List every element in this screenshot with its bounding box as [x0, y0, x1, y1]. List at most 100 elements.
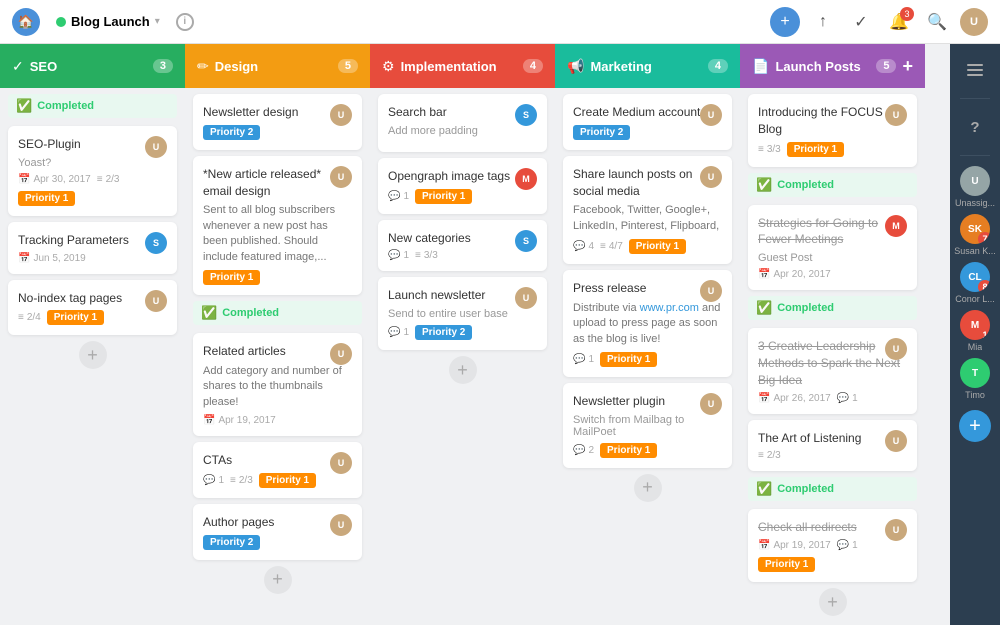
sidebar-user-timo[interactable]: T Timo: [960, 358, 990, 400]
card-introducing-focus[interactable]: U Introducing the FOCUS Blog ≡ 3/3 Prior…: [748, 94, 917, 167]
card-creative-leadership[interactable]: U 3 Creative Leadership Methods to Spark…: [748, 328, 917, 413]
sidebar-user-unassigned[interactable]: U Unassig...: [955, 166, 995, 208]
card-new-article-email[interactable]: U *New article released* email design Se…: [193, 156, 362, 295]
card-footer: 📅 Apr 19, 2017: [203, 415, 352, 426]
card-related-articles[interactable]: U Related articles Add category and numb…: [193, 333, 362, 436]
card-footer: 💬 1 Priority 1: [388, 189, 537, 204]
sidebar-user-conor[interactable]: CL 8 Conor L...: [955, 262, 995, 304]
add-member-button[interactable]: +: [959, 410, 991, 442]
priority-badge: Priority 1: [758, 557, 815, 572]
card-opengraph[interactable]: M Opengraph image tags 💬 1 Priority 1: [378, 158, 547, 214]
search-icon[interactable]: 🔍: [922, 7, 952, 37]
card-new-categories[interactable]: S New categories 💬 1 ≡ 3/3: [378, 220, 547, 272]
card-footer: Priority 2: [573, 125, 722, 140]
card-create-medium[interactable]: U Create Medium account Priority 2: [563, 94, 732, 150]
card-desc: Facebook, Twitter, Google+, LinkedIn, Pi…: [573, 203, 722, 234]
sidebar-label-mia: Mia: [968, 342, 983, 352]
info-icon[interactable]: i: [176, 13, 194, 31]
card-ctas[interactable]: U CTAs 💬 1 ≡ 2/3 Priority 1: [193, 442, 362, 498]
column-header-seo: ✓ SEO 3: [0, 44, 185, 88]
card-progress: ≡ 4/7: [600, 241, 623, 252]
card-avatar: U: [700, 104, 722, 126]
card-launch-newsletter[interactable]: U Launch newsletter Send to entire user …: [378, 277, 547, 350]
card-desc: Add category and number of shares to the…: [203, 364, 352, 410]
add-card-button-implementation[interactable]: +: [449, 356, 477, 384]
chevron-down-icon: ▾: [155, 16, 160, 27]
card-tracking-params[interactable]: S Tracking Parameters 📅 Jun 5, 2019: [8, 222, 177, 274]
card-avatar: S: [515, 230, 537, 252]
bell-icon[interactable]: 🔔 3: [884, 7, 914, 37]
card-footer: 📅 Jun 5, 2019: [18, 253, 167, 264]
card-avatar: U: [145, 290, 167, 312]
column-cards-launch: U Introducing the FOCUS Blog ≡ 3/3 Prior…: [740, 88, 925, 625]
add-button[interactable]: +: [770, 7, 800, 37]
card-share-launch[interactable]: U Share launch posts on social media Fac…: [563, 156, 732, 264]
card-avatar: U: [885, 519, 907, 541]
card-author-pages[interactable]: U Author pages Priority 2: [193, 504, 362, 560]
card-comments: 💬 1: [203, 475, 224, 486]
priority-badge: Priority 1: [787, 142, 844, 157]
card-no-index[interactable]: U No-index tag pages ≡ 2/4 Priority 1: [8, 280, 177, 336]
priority-badge: Priority 2: [573, 125, 630, 140]
column-seo: ✓ SEO 3 ✅ Completed U SEO-Plugin Yoast?: [0, 44, 185, 625]
col-title-marketing: Marketing: [590, 59, 701, 74]
project-selector[interactable]: Blog Launch ▾: [48, 10, 168, 33]
card-footer: 💬 2 Priority 1: [573, 443, 722, 458]
user-avatar[interactable]: U: [960, 8, 988, 36]
avatar-conor[interactable]: CL 8: [960, 262, 990, 292]
upload-icon[interactable]: ↑: [808, 7, 838, 37]
card-newsletter-design[interactable]: U Newsletter design Priority 2: [193, 94, 362, 150]
sidebar-user-mia[interactable]: M 1 Mia: [960, 310, 990, 352]
card-subtitle: Send to entire user base: [388, 308, 537, 320]
card-seo-plugin[interactable]: U SEO-Plugin Yoast? 📅 Apr 30, 2017 ≡ 2/3…: [8, 126, 177, 216]
card-footer: 💬 1 ≡ 2/3 Priority 1: [203, 473, 352, 488]
add-card-button-marketing[interactable]: +: [634, 474, 662, 502]
avatar-timo[interactable]: T: [960, 358, 990, 388]
sidebar-label-timo: Timo: [965, 390, 985, 400]
add-card-button-design[interactable]: +: [264, 566, 292, 594]
card-footer: ≡ 3/3 Priority 1: [758, 142, 907, 157]
user-badge-conor: 8: [978, 280, 990, 292]
card-check-redirects[interactable]: U Check all redirects 📅 Apr 19, 2017 💬 1…: [748, 509, 917, 582]
check-icon[interactable]: ✓: [846, 7, 876, 37]
card-title: *New article released* email design: [203, 166, 352, 200]
home-icon[interactable]: 🏠: [12, 8, 40, 36]
card-progress: ≡ 2/3: [97, 174, 120, 185]
card-strategies[interactable]: M Strategies for Going to Fewer Meetings…: [748, 205, 917, 291]
avatar-mia[interactable]: M 1: [960, 310, 990, 340]
card-newsletter-plugin[interactable]: U Newsletter plugin Switch from Mailbag …: [563, 383, 732, 468]
card-subtitle: Guest Post: [758, 252, 907, 264]
sidebar-user-susan[interactable]: SK 7 Susan K...: [954, 214, 996, 256]
col-count-marketing: 4: [708, 59, 728, 73]
add-card-button-seo[interactable]: +: [79, 341, 107, 369]
card-press-release[interactable]: U Press release Distribute via www.pr.co…: [563, 270, 732, 377]
completed-check-icon: ✅: [756, 481, 772, 497]
avatar-susan[interactable]: SK 7: [960, 214, 990, 244]
add-column-button[interactable]: +: [902, 56, 913, 77]
sidebar-menu-icon[interactable]: [957, 52, 993, 88]
card-comments: 💬 1: [573, 354, 594, 365]
card-comments: 💬 1: [837, 540, 858, 551]
card-desc: Distribute via www.pr.com and upload to …: [573, 301, 722, 347]
card-search-bar[interactable]: S Search bar Add more padding: [378, 94, 547, 152]
design-icon: ✏: [197, 58, 209, 75]
priority-badge: Priority 1: [47, 310, 104, 325]
completed-label: Completed: [777, 302, 834, 314]
add-card-button-launch[interactable]: +: [819, 588, 847, 616]
column-design: ✏ Design 5 U Newsletter design Priority …: [185, 44, 370, 625]
completed-section-launch2: ✅ Completed: [748, 296, 917, 320]
completed-label: Completed: [37, 100, 94, 112]
project-dot: [56, 17, 66, 27]
card-art-of-listening[interactable]: U The Art of Listening ≡ 2/3: [748, 420, 917, 472]
card-comments: 💬 1: [388, 327, 409, 338]
col-count-design: 5: [338, 59, 358, 73]
column-header-marketing: 📢 Marketing 4: [555, 44, 740, 88]
completed-label: Completed: [777, 179, 834, 191]
sidebar-question-icon[interactable]: ?: [957, 109, 993, 145]
marketing-icon: 📢: [567, 58, 584, 75]
avatar-unassigned[interactable]: U: [960, 166, 990, 196]
card-avatar: U: [330, 452, 352, 474]
sidebar-divider: [960, 98, 990, 99]
column-cards-seo: ✅ Completed U SEO-Plugin Yoast? 📅 Apr 30…: [0, 88, 185, 625]
card-progress: ≡ 3/3: [415, 250, 438, 261]
